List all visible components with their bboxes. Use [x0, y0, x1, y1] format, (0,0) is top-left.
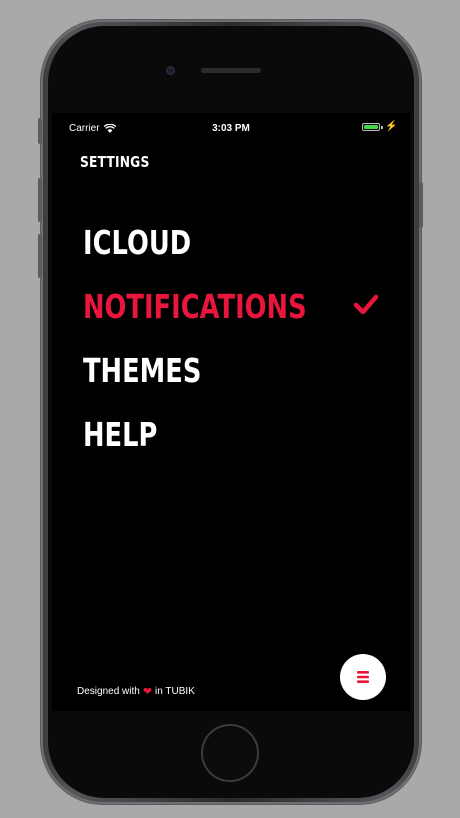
status-bar: Carrier 3:03 PM ⚡ [52, 113, 410, 143]
status-time: 3:03 PM [212, 123, 250, 134]
home-button[interactable] [201, 724, 259, 782]
charging-icon: ⚡ [385, 121, 398, 132]
menu-item-label: NOTIFICATIONS [83, 287, 307, 326]
menu-item-notifications[interactable]: NOTIFICATIONS [83, 287, 383, 351]
volume-up-button [38, 178, 42, 222]
volume-down-button [38, 234, 42, 278]
mute-switch [38, 118, 42, 144]
menu-item-icloud[interactable]: ICLOUD [83, 223, 383, 287]
battery-tip [381, 126, 383, 129]
menu-item-label: THEMES [83, 351, 202, 390]
front-camera-icon [166, 66, 175, 75]
footer-prefix: Designed with [77, 686, 140, 697]
footer-suffix: in TUBIK [155, 686, 195, 697]
battery-icon [362, 123, 380, 131]
menu-item-label: ICLOUD [83, 223, 192, 262]
menu-item-help[interactable]: HELP [83, 415, 383, 479]
menu-icon [357, 671, 369, 683]
battery-level [364, 125, 378, 129]
checkmark-icon [353, 294, 379, 315]
footer-credit: Designed with ❤ in TUBIK [77, 685, 195, 698]
app-screen: Carrier 3:03 PM ⚡ SETTINGS ICLOUD NOTIFI… [52, 113, 410, 711]
page-title: SETTINGS [80, 153, 150, 171]
power-button [419, 182, 423, 228]
settings-menu: ICLOUD NOTIFICATIONS THEMES HELP [83, 223, 383, 479]
menu-button[interactable] [340, 654, 386, 700]
earpiece-speaker [201, 68, 261, 73]
heart-icon: ❤ [142, 686, 153, 698]
menu-item-themes[interactable]: THEMES [83, 351, 383, 415]
menu-item-label: HELP [83, 415, 158, 454]
